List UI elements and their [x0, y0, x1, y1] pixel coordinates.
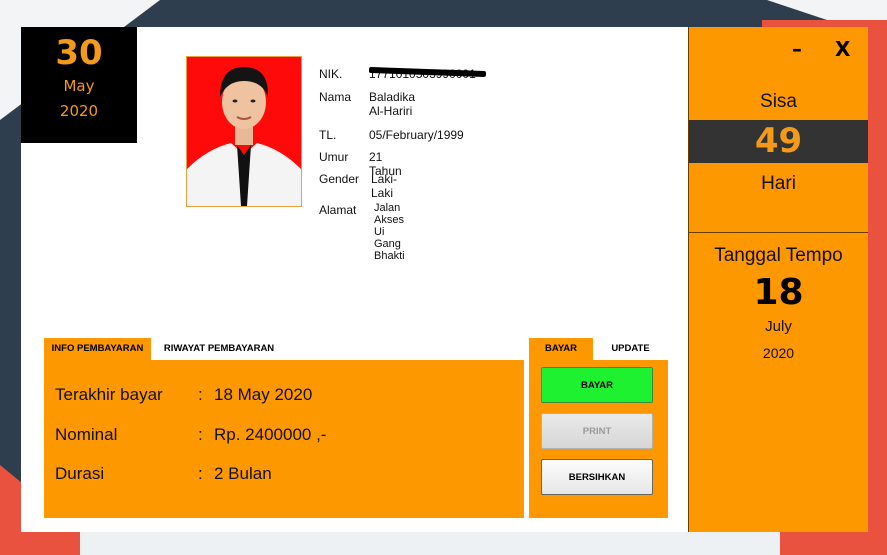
sisa-band: 49 — [689, 120, 868, 163]
terakhir-bayar-label: Terakhir bayar — [55, 385, 163, 404]
sisa-label: Sisa — [760, 91, 797, 112]
main-window: 30 May 2020 NIK. 1771010503990001 Nama B… — [21, 27, 868, 532]
gender-label: Gender — [319, 172, 360, 186]
current-date-year: 2020 — [59, 102, 99, 120]
nama-value: Baladika Al-Hariri — [369, 90, 416, 118]
print-button[interactable]: PRINT — [541, 413, 653, 449]
hari-label: Hari — [761, 173, 796, 194]
due-date-sidebar: – X Sisa 49 Hari Tanggal Tempo 18 July 2… — [688, 27, 868, 532]
tempo-year: 2020 — [762, 345, 795, 361]
tl-value: 05/February/1999 — [369, 128, 464, 142]
umur-label: Umur — [319, 150, 349, 164]
nominal-value: Rp. 2400000 ,- — [214, 425, 327, 444]
current-date-day: 30 — [55, 33, 103, 73]
tl-label: TL. — [319, 128, 337, 142]
tab-bayar[interactable]: BAYAR — [529, 338, 593, 360]
gender-value: Laki-Laki — [371, 172, 398, 200]
tempo-day: 18 — [753, 272, 804, 313]
durasi-label: Durasi — [55, 464, 105, 483]
alamat-label: Alamat — [319, 203, 357, 217]
nominal-label: Nominal — [55, 425, 118, 444]
sidebar-divider — [689, 232, 868, 233]
current-date-month: May — [63, 77, 95, 95]
minimize-icon[interactable]: – — [792, 37, 802, 61]
durasi-value: 2 Bulan — [214, 464, 272, 483]
member-photo-image — [187, 57, 301, 206]
close-icon[interactable]: X — [835, 37, 850, 61]
bayar-button[interactable]: BAYAR — [541, 367, 653, 403]
separator: : — [198, 425, 203, 444]
nik-label: NIK. — [319, 67, 343, 81]
tab-update[interactable]: UPDATE — [593, 338, 668, 360]
tanggal-tempo-label: Tanggal Tempo — [714, 245, 843, 266]
bersihkan-button[interactable]: BERSIHKAN — [541, 459, 653, 495]
tempo-month: July — [765, 318, 792, 335]
payment-info-panel: Terakhir bayar : 18 May 2020 Nominal : R… — [44, 360, 524, 518]
separator: : — [198, 385, 203, 404]
current-date-box: 30 May 2020 — [21, 27, 137, 143]
tab-riwayat-pembayaran[interactable]: RIWAYAT PEMBAYARAN — [151, 338, 287, 360]
sisa-days-value: 49 — [754, 121, 803, 161]
nama-label: Nama — [319, 90, 352, 104]
tab-info-pembayaran[interactable]: INFO PEMBAYARAN — [44, 338, 151, 360]
member-photo — [186, 56, 302, 207]
alamat-value: Jalan Akses Ui Gang Bhakti — [374, 202, 405, 262]
terakhir-bayar-value: 18 May 2020 — [214, 385, 313, 404]
background-decoration — [80, 531, 780, 555]
action-panel: BAYAR PRINT BERSIHKAN — [529, 360, 668, 518]
separator: : — [198, 464, 203, 483]
